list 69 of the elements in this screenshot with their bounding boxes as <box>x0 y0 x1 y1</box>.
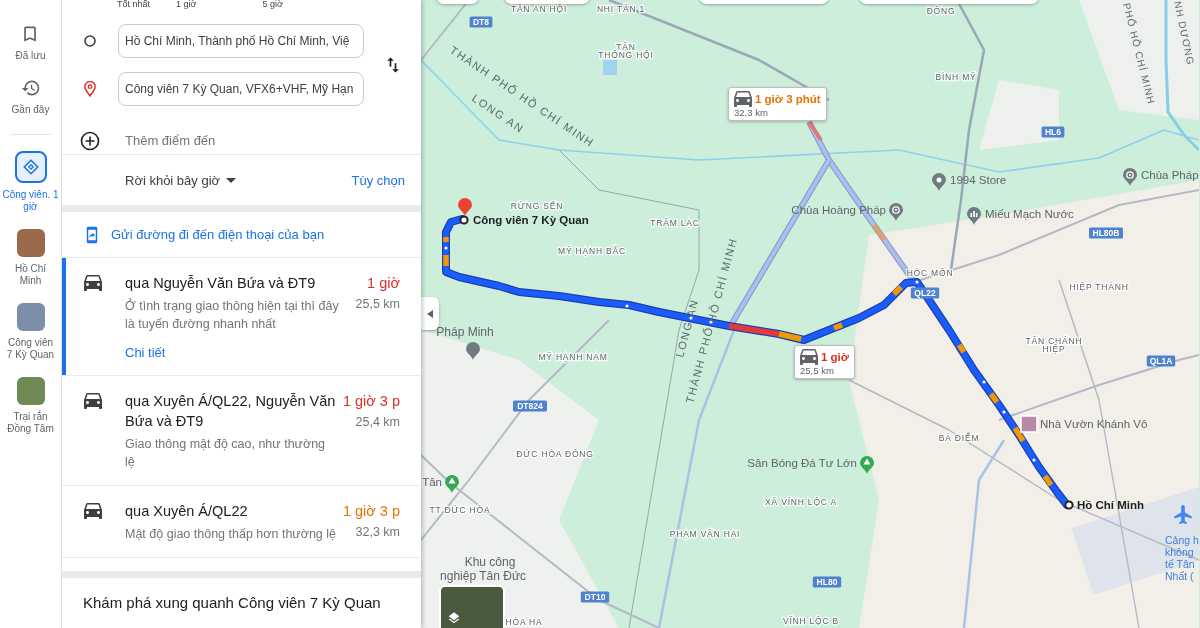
area-label: RỪNG SẾN <box>510 201 564 211</box>
area-label: THÔNG HỘI <box>598 50 654 60</box>
area-label: TRÂM LẠC <box>650 218 700 228</box>
area-label: BÌNH MỸ <box>935 72 977 82</box>
rail-label: Công viên 7 Kỳ Quan <box>5 337 56 361</box>
area-label: HIỆP <box>1042 344 1066 354</box>
area-label: PHẠM VĂN HAI <box>669 529 741 539</box>
explore-heading: Khám phá xung quanh Công viên 7 Kỳ Quan <box>82 593 382 613</box>
place-label: nghiệp Tân Đức <box>440 569 526 583</box>
route-distance: 25,4 km <box>354 415 400 429</box>
route-distance: 25,5 km <box>355 297 400 311</box>
road-number: DT8 <box>469 16 493 28</box>
place-label: Sân Bóng Đá Tư Lớn <box>747 457 857 469</box>
place-label: tế Tân <box>1165 558 1195 570</box>
area-label: XÃ VĨNH LỘC A <box>765 497 837 507</box>
tooltip-duration: 1 giờ <box>821 351 849 363</box>
place-label: Pháp Minh <box>436 325 494 339</box>
place-label: không <box>1165 546 1194 558</box>
route-description: Mật độ giao thông thấp hơn thường lệ <box>125 526 337 543</box>
route-duration: 1 giờ 3 p <box>342 392 400 411</box>
place-label: Miếu Mạch Nước <box>985 208 1074 220</box>
area-label: BÀ ĐIỂM <box>938 433 980 443</box>
route-distance: 32,3 km <box>354 525 400 539</box>
tooltip-distance: 25,5 km <box>800 365 835 376</box>
rail-label: Đã lưu <box>15 50 46 62</box>
road-number: DT10 <box>580 591 610 603</box>
route-duration: 1 giờ <box>366 274 400 293</box>
area-label: ĐỨC HÒA ĐÔNG <box>516 449 594 459</box>
road-number: HL80 <box>812 576 842 588</box>
tooltip-distance: 32,3 km <box>734 107 769 118</box>
place-label: Chùa Hoàng Pháp <box>791 204 886 216</box>
region-label: PHỐ HỒ CHÍ MINH <box>1121 1 1157 106</box>
place-label: Nhà Vườn Khánh Vô <box>1040 418 1148 430</box>
rail-label: Công viên. 1 giờ <box>1 189 60 213</box>
road-number: HL6 <box>1041 126 1065 138</box>
place-label: Nhất ( <box>1165 570 1194 582</box>
road-number: QL22 <box>910 287 940 299</box>
region-label: NH DƯƠNG <box>1172 0 1197 67</box>
area-label: NHỊ TÂN 1 <box>596 4 646 14</box>
area-label: TÂN AN HỘI <box>510 4 568 14</box>
road-number: QL1A <box>1146 355 1176 367</box>
area-label: MỸ HẠNH BẮC <box>558 246 626 256</box>
rail-label: Trại rắn Đồng Tâm <box>6 411 55 435</box>
area-label: HÒA HA <box>505 617 543 627</box>
place-label: 1994 Store <box>950 174 1007 186</box>
area-label: MỸ HẠNH NAM <box>538 352 608 362</box>
place-label: Chùa Pháp <box>1141 169 1199 181</box>
route-title: qua Xuyên Á/QL22, Nguyễn Văn Bứa và ĐT9 <box>125 392 337 431</box>
route-description: Ở tình trạng giao thông hiện tại thì đây là tuyến đường nhanh nhất <box>125 297 340 333</box>
place-label: Hồ Chí Minh <box>1077 499 1145 511</box>
road-number: HL80B <box>1089 227 1123 239</box>
area-label: TT ĐỨC HÒA <box>429 505 491 515</box>
place-label: Công viên 7 Kỳ Quan <box>473 214 589 226</box>
route-title: qua Nguyễn Văn Bứa và ĐT9 <box>125 274 317 293</box>
area-label: TÂN <box>616 42 636 52</box>
route-description: Giao thông mật độ cao, như thường lệ <box>125 436 327 471</box>
route-duration: 1 giờ 3 p <box>342 502 400 521</box>
area-label: ĐÔNG <box>926 6 956 16</box>
place-label: Khu công <box>464 555 516 569</box>
rail-label: Gần đây <box>11 104 50 116</box>
area-label: TÂN CHÁNH <box>1025 336 1083 346</box>
rail-label: Hồ Chí Minh <box>13 263 48 287</box>
area-label: HIỆP THÀNH <box>1069 282 1129 292</box>
area-label: VĨNH LỘC B <box>782 616 840 626</box>
tooltip-duration: 1 giờ 3 phút <box>755 93 821 105</box>
place-label: Tân <box>422 476 442 488</box>
road-number: DT824 <box>513 400 547 412</box>
route-title: qua Xuyên Á/QL22 <box>125 502 249 521</box>
place-label: Cảng h <box>1165 534 1199 546</box>
